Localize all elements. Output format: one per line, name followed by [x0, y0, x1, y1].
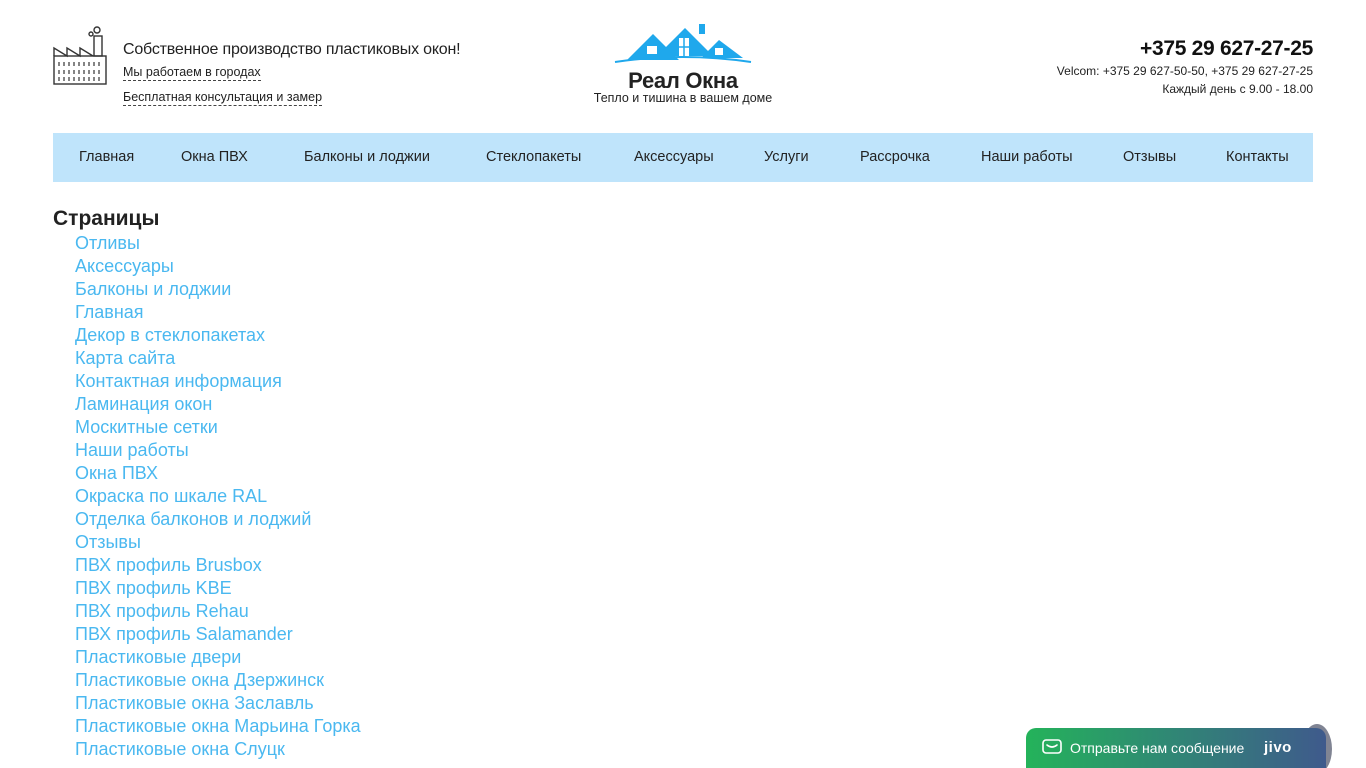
page-link[interactable]: Главная [75, 301, 361, 324]
nav-item-our-works[interactable]: Наши работы [981, 133, 1073, 182]
site-logo[interactable]: Реал Окна Тепло и тишина в вашем доме [583, 22, 783, 112]
page-link[interactable]: Ламинация окон [75, 393, 361, 416]
nav-item-contacts[interactable]: Контакты [1226, 133, 1289, 182]
page-link[interactable]: Карта сайта [75, 347, 361, 370]
free-consultation-link[interactable]: Бесплатная консультация и замер [123, 90, 323, 106]
page-link[interactable]: Окраска по шкале RAL [75, 485, 361, 508]
nav-item-reviews[interactable]: Отзывы [1123, 133, 1176, 182]
page-link[interactable]: Отливы [75, 232, 361, 255]
page-link[interactable]: ПВХ профиль Rehau [75, 600, 361, 623]
nav-item-home[interactable]: Главная [79, 133, 134, 182]
page-link[interactable]: Контактная информация [75, 370, 361, 393]
page-link[interactable]: ПВХ профиль KBE [75, 577, 361, 600]
logo-slogan: Тепло и тишина в вашем доме [593, 91, 773, 105]
nav-item-glass-units[interactable]: Стеклопакеты [486, 133, 581, 182]
nav-item-services[interactable]: Услуги [764, 133, 809, 182]
chat-widget-button[interactable]: Отправьте нам сообщение jivo [1026, 728, 1326, 768]
page-link[interactable]: Отзывы [75, 531, 361, 554]
page-link[interactable]: Пластиковые окна Дзержинск [75, 669, 361, 692]
page-link[interactable]: Наши работы [75, 439, 361, 462]
jivo-logo: jivo [1264, 739, 1292, 756]
nav-item-installments[interactable]: Рассрочка [860, 133, 930, 182]
chat-widget-label: Отправьте нам сообщение [1070, 740, 1245, 756]
page-link[interactable]: Балконы и лоджии [75, 278, 361, 301]
page-link[interactable]: Декор в стеклопакетах [75, 324, 361, 347]
nav-item-accessories[interactable]: Аксессуары [634, 133, 714, 182]
page-link[interactable]: Пластиковые окна Заславль [75, 692, 361, 715]
header-contacts: +375 29 627-27-25 Velcom: +375 29 627-50… [1056, 36, 1314, 98]
nav-item-balconies[interactable]: Балконы и лоджии [304, 133, 430, 182]
factory-icon [53, 26, 107, 85]
cities-link[interactable]: Мы работаем в городах [123, 65, 261, 81]
page-link[interactable]: Москитные сетки [75, 416, 361, 439]
house-logo-icon [614, 24, 752, 63]
velcom-phones: Velcom: +375 29 627-50-50, +375 29 627-2… [1056, 64, 1313, 78]
page-link[interactable]: Аксессуары [75, 255, 361, 278]
page-link[interactable]: Пластиковые окна Марьина Горка [75, 715, 361, 738]
site-header: Собственное производство пластиковых око… [53, 0, 1313, 133]
page-link[interactable]: ПВХ профиль Salamander [75, 623, 361, 646]
pages-heading: Страницы [53, 207, 160, 230]
nav-item-pvc-windows[interactable]: Окна ПВХ [181, 133, 248, 182]
page-link[interactable]: Окна ПВХ [75, 462, 361, 485]
pages-list: Отливы Аксессуары Балконы и лоджии Главн… [75, 232, 361, 761]
main-nav: Главная Окна ПВХ Балконы и лоджии Стекло… [53, 133, 1313, 182]
page-link[interactable]: ПВХ профиль Brusbox [75, 554, 361, 577]
page-link[interactable]: Отделка балконов и лоджий [75, 508, 361, 531]
page-link[interactable]: Пластиковые двери [75, 646, 361, 669]
chat-bubble-icon [1042, 739, 1062, 754]
working-hours: Каждый день с 9.00 - 18.00 [1162, 82, 1313, 96]
header-tagline: Собственное производство пластиковых око… [123, 41, 461, 58]
page-link[interactable]: Пластиковые окна Слуцк [75, 738, 361, 761]
main-phone-link[interactable]: +375 29 627-27-25 [1057, 36, 1313, 62]
